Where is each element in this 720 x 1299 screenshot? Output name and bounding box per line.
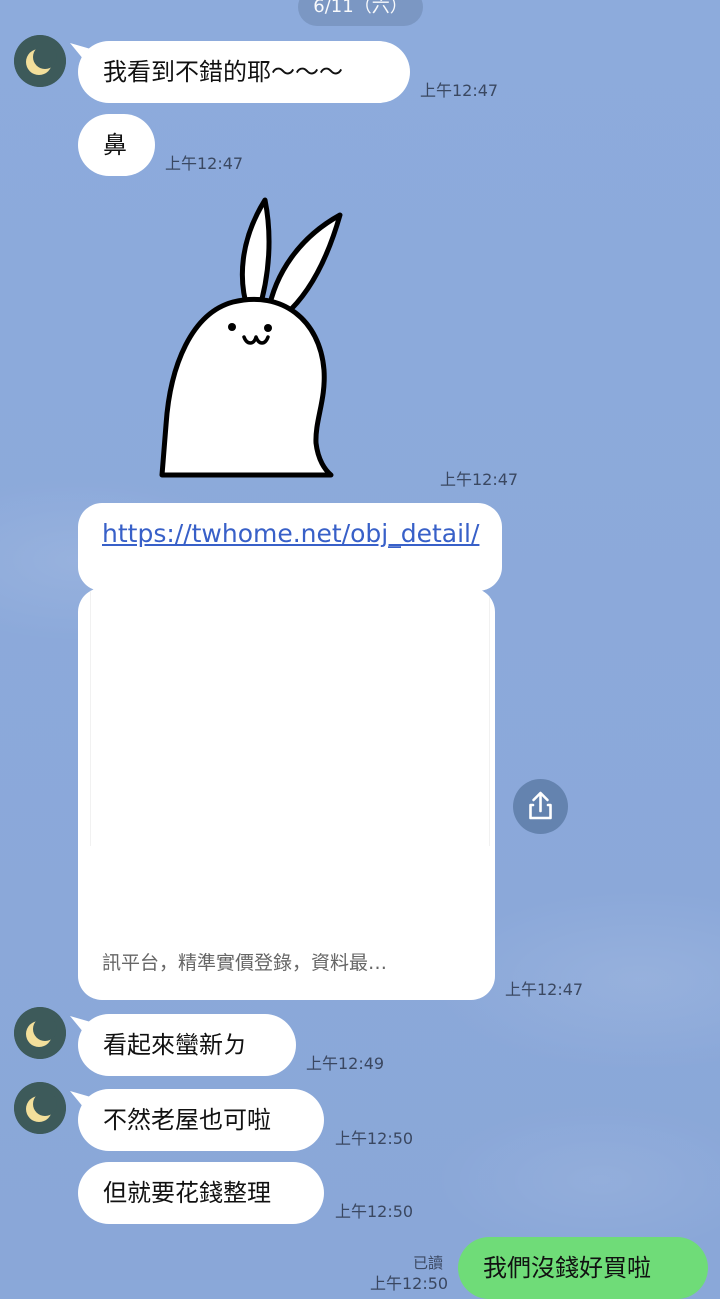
link-message-bubble[interactable]: https://twhome.net/obj_detail/ — [78, 503, 502, 591]
message-bubble[interactable]: 看起來蠻新ㄉ — [78, 1014, 296, 1076]
link-preview-card[interactable]: 訊平台，精準實價登錄，資料最… — [78, 588, 495, 1000]
crescent-moon-icon — [14, 35, 66, 87]
outgoing-message-bubble[interactable]: 我們沒錢好買啦 — [458, 1237, 708, 1299]
message-text: 看起來蠻新ㄉ — [103, 1031, 247, 1059]
message-time: 上午12:47 — [505, 980, 584, 999]
share-icon — [529, 791, 552, 820]
avatar[interactable] — [14, 1007, 66, 1059]
share-button[interactable] — [513, 779, 568, 834]
message-time: 上午12:50 — [335, 1202, 414, 1221]
message-bubble[interactable]: 我看到不錯的耶～～～ — [78, 41, 410, 103]
rabbit-sticker[interactable] — [150, 195, 350, 480]
message-bubble[interactable]: 鼻 — [78, 114, 155, 176]
avatar[interactable] — [14, 35, 66, 87]
message-text: 不然老屋也可啦 — [103, 1106, 271, 1134]
link-preview-description: 訊平台，精準實價登錄，資料最… — [102, 952, 388, 974]
message-bubble[interactable]: 但就要花錢整理 — [78, 1162, 324, 1224]
message-text: 我們沒錢好買啦 — [483, 1254, 651, 1282]
message-text: 鼻 — [103, 131, 127, 159]
message-time: 上午12:50 — [370, 1274, 449, 1293]
message-time: 上午12:49 — [306, 1054, 385, 1073]
date-separator: 6/11（六） — [298, 0, 423, 26]
crescent-moon-icon — [14, 1007, 66, 1059]
link-url[interactable]: https://twhome.net/obj_detail/ — [102, 519, 479, 548]
rabbit-sticker-image — [159, 197, 343, 478]
message-bubble[interactable]: 不然老屋也可啦 — [78, 1089, 324, 1151]
crescent-moon-icon — [14, 1082, 66, 1134]
message-time: 上午12:47 — [420, 81, 499, 100]
message-text: 我看到不錯的耶～～～ — [103, 58, 343, 86]
message-time: 上午12:50 — [335, 1129, 414, 1148]
message-time: 上午12:47 — [440, 470, 519, 489]
message-text: 但就要花錢整理 — [103, 1179, 271, 1207]
message-time: 上午12:47 — [165, 154, 244, 173]
avatar[interactable] — [14, 1082, 66, 1134]
link-preview-image — [90, 588, 490, 846]
